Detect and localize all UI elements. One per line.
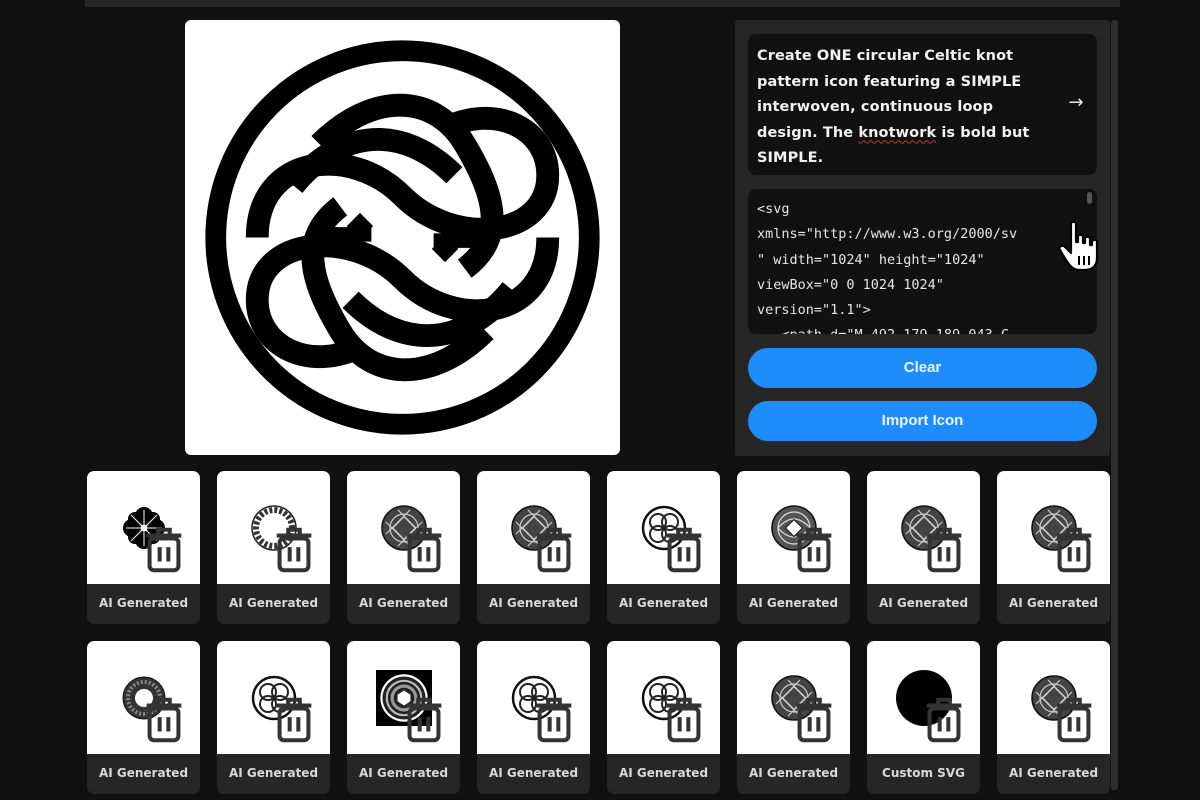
page-scrollbar[interactable]	[1111, 20, 1118, 790]
card-label: Custom SVG	[882, 766, 965, 780]
gallery-card[interactable]: AI Generated	[347, 471, 460, 624]
card-thumbnail[interactable]	[87, 641, 200, 754]
card-label: AI Generated	[1008, 766, 1099, 780]
gallery-card[interactable]: AI Generated	[217, 641, 330, 794]
celtic-knot-preview-icon	[205, 40, 600, 435]
gallery-card[interactable]: AI Generated	[477, 471, 590, 624]
card-thumbnail[interactable]	[87, 471, 200, 584]
card-label: AI Generated	[358, 596, 449, 610]
spellcheck-word: knotwork	[858, 124, 937, 141]
gallery-card[interactable]: AI Generated	[737, 471, 850, 624]
code-line: <path d="M 492 179 189 043 C	[757, 323, 1075, 334]
gallery-card[interactable]: AI Generated	[477, 641, 590, 794]
card-label: AI Generated	[748, 766, 839, 780]
clear-button[interactable]: Clear	[748, 348, 1097, 388]
code-line: version="1.1">	[757, 302, 871, 319]
trash-icon[interactable]	[138, 524, 190, 576]
import-icon-button[interactable]: Import Icon	[748, 401, 1097, 441]
trash-icon[interactable]	[268, 524, 320, 576]
card-label: AI Generated	[98, 766, 189, 780]
card-thumbnail[interactable]	[867, 641, 980, 754]
code-line: <svg	[757, 201, 790, 217]
card-thumbnail[interactable]	[347, 471, 460, 584]
card-label: AI Generated	[98, 596, 189, 610]
card-label: AI Generated	[618, 596, 709, 610]
card-label: AI Generated	[878, 596, 969, 610]
icon-preview	[185, 20, 620, 455]
card-thumbnail[interactable]	[737, 641, 850, 754]
card-thumbnail[interactable]	[997, 471, 1110, 584]
gallery-card[interactable]: AI Generated	[737, 641, 850, 794]
gallery-card[interactable]: AI Generated	[347, 641, 460, 794]
trash-icon[interactable]	[788, 694, 840, 746]
gallery-card[interactable]: Custom SVG	[867, 641, 980, 794]
gallery-card[interactable]: AI Generated	[997, 471, 1110, 624]
card-thumbnail[interactable]	[347, 641, 460, 754]
trash-icon[interactable]	[658, 694, 710, 746]
card-label: AI Generated	[228, 596, 319, 610]
gallery-card[interactable]: AI Generated	[217, 471, 330, 624]
card-thumbnail[interactable]	[997, 641, 1110, 754]
prompt-text: Create ONE circular Celtic knot pattern …	[757, 44, 1051, 172]
gallery-card[interactable]: AI Generated	[607, 471, 720, 624]
trash-icon[interactable]	[1048, 694, 1100, 746]
svg-code-input[interactable]: <svg xmlns="http://www.w3.org/2000/sv " wi…	[748, 189, 1097, 334]
gallery-card[interactable]: AI Generated	[997, 641, 1110, 794]
code-line: " width="1024" height="1024"	[757, 251, 985, 268]
card-thumbnail[interactable]	[217, 471, 330, 584]
svg-code-text: <svg xmlns="http://www.w3.org/2000/sv " wi…	[757, 197, 1075, 334]
gallery-card[interactable]: AI Generated	[607, 641, 720, 794]
hand-cursor-icon	[1058, 220, 1099, 272]
card-label: AI Generated	[228, 766, 319, 780]
code-scrollbar[interactable]	[1087, 192, 1092, 204]
gallery-card[interactable]: AI Generated	[87, 471, 200, 624]
prompt-input[interactable]: Create ONE circular Celtic knot pattern …	[748, 34, 1097, 175]
trash-icon[interactable]	[918, 694, 970, 746]
card-thumbnail[interactable]	[217, 641, 330, 754]
trash-icon[interactable]	[398, 524, 450, 576]
arrow-right-icon: →	[1068, 92, 1084, 113]
trash-icon[interactable]	[658, 524, 710, 576]
trash-icon[interactable]	[528, 524, 580, 576]
trash-icon[interactable]	[528, 694, 580, 746]
card-thumbnail[interactable]	[607, 471, 720, 584]
card-thumbnail[interactable]	[867, 471, 980, 584]
top-bar	[85, 0, 1120, 7]
card-thumbnail[interactable]	[477, 641, 590, 754]
trash-icon[interactable]	[918, 524, 970, 576]
code-line: viewBox="0 0 1024 1024"	[757, 276, 944, 293]
trash-icon[interactable]	[268, 694, 320, 746]
side-panel: Create ONE circular Celtic knot pattern …	[735, 20, 1110, 456]
trash-icon[interactable]	[788, 524, 840, 576]
gallery-card[interactable]: AI Generated	[867, 471, 980, 624]
card-label: AI Generated	[488, 596, 579, 610]
card-label: AI Generated	[1008, 596, 1099, 610]
card-label: AI Generated	[358, 766, 449, 780]
trash-icon[interactable]	[138, 694, 190, 746]
card-label: AI Generated	[748, 596, 839, 610]
card-thumbnail[interactable]	[477, 471, 590, 584]
card-thumbnail[interactable]	[607, 641, 720, 754]
code-line: xmlns="http://www.w3.org/2000/sv	[757, 226, 1018, 243]
card-thumbnail[interactable]	[737, 471, 850, 584]
trash-icon[interactable]	[1048, 524, 1100, 576]
trash-icon[interactable]	[398, 694, 450, 746]
card-label: AI Generated	[488, 766, 579, 780]
gallery-card[interactable]: AI Generated	[87, 641, 200, 794]
card-label: AI Generated	[618, 766, 709, 780]
send-button[interactable]: →	[1065, 92, 1087, 114]
